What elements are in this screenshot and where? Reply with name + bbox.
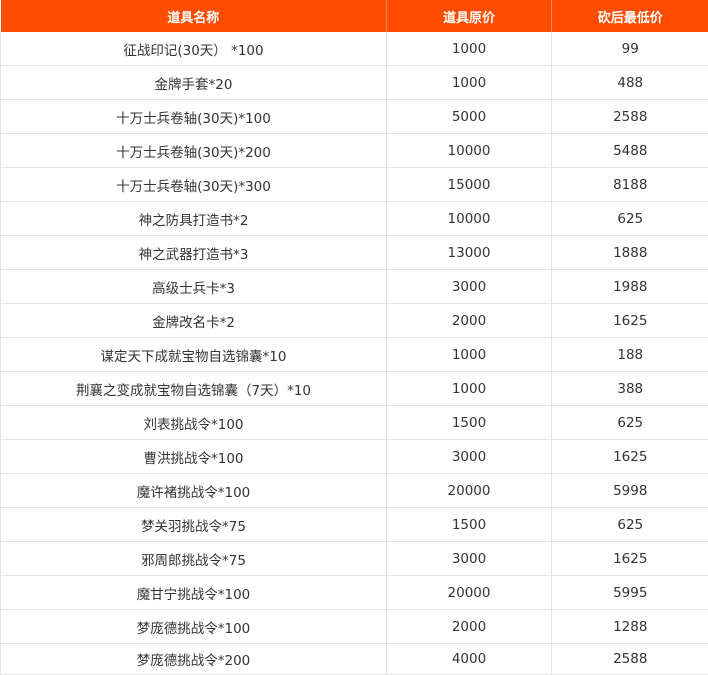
table-row: 征战印记(30天） *100100099: [1, 32, 708, 66]
original-price-cell: 1000: [387, 338, 552, 372]
lowest-price-cell: 388: [552, 372, 708, 406]
table-row: 梦庞德挑战令*10020001288: [1, 610, 708, 644]
table-row: 梦关羽挑战令*751500625: [1, 508, 708, 542]
lowest-price-cell: 1288: [552, 610, 708, 644]
original-price-cell: 20000: [387, 576, 552, 610]
original-price-cell: 15000: [387, 168, 552, 202]
table-row: 神之防具打造书*210000625: [1, 202, 708, 236]
lowest-price-cell: 5995: [552, 576, 708, 610]
lowest-price-cell: 1988: [552, 270, 708, 304]
original-price-cell: 13000: [387, 236, 552, 270]
original-price-cell: 1000: [387, 32, 552, 66]
table-row: 金牌改名卡*220001625: [1, 304, 708, 338]
table-row: 谋定天下成就宝物自选锦囊*101000188: [1, 338, 708, 372]
original-price-cell: 20000: [387, 474, 552, 508]
item-name-cell: 魔甘宁挑战令*100: [1, 576, 387, 610]
original-price-cell: 2000: [387, 610, 552, 644]
lowest-price-cell: 2588: [552, 100, 708, 134]
table-row: 十万士兵卷轴(30天)*300150008188: [1, 168, 708, 202]
table-row: 邪周郎挑战令*7530001625: [1, 542, 708, 576]
item-name-cell: 邪周郎挑战令*75: [1, 542, 387, 576]
header-lowest-price: 砍后最低价: [552, 0, 708, 32]
table-body: 征战印记(30天） *100100099金牌手套*201000488十万士兵卷轴…: [1, 32, 708, 675]
lowest-price-cell: 1625: [552, 304, 708, 338]
price-table: 道具名称 道具原价 砍后最低价 征战印记(30天） *100100099金牌手套…: [0, 0, 708, 675]
item-name-cell: 十万士兵卷轴(30天)*200: [1, 134, 387, 168]
item-name-cell: 荆襄之变成就宝物自选锦囊（7天）*10: [1, 372, 387, 406]
original-price-cell: 3000: [387, 440, 552, 474]
item-name-cell: 金牌手套*20: [1, 66, 387, 100]
table-row: 荆襄之变成就宝物自选锦囊（7天）*101000388: [1, 372, 708, 406]
header-original-price: 道具原价: [387, 0, 552, 32]
original-price-cell: 5000: [387, 100, 552, 134]
original-price-cell: 2000: [387, 304, 552, 338]
table-header: 道具名称 道具原价 砍后最低价: [1, 0, 708, 32]
original-price-cell: 10000: [387, 134, 552, 168]
lowest-price-cell: 8188: [552, 168, 708, 202]
item-name-cell: 谋定天下成就宝物自选锦囊*10: [1, 338, 387, 372]
table-row: 神之武器打造书*3130001888: [1, 236, 708, 270]
lowest-price-cell: 625: [552, 406, 708, 440]
lowest-price-cell: 2588: [552, 644, 708, 675]
original-price-cell: 3000: [387, 270, 552, 304]
item-name-cell: 征战印记(30天） *100: [1, 32, 387, 66]
item-name-cell: 神之武器打造书*3: [1, 236, 387, 270]
original-price-cell: 10000: [387, 202, 552, 236]
item-name-cell: 梦庞德挑战令*100: [1, 610, 387, 644]
original-price-cell: 1000: [387, 66, 552, 100]
table-row: 十万士兵卷轴(30天)*10050002588: [1, 100, 708, 134]
lowest-price-cell: 625: [552, 508, 708, 542]
original-price-cell: 1000: [387, 372, 552, 406]
original-price-cell: 1500: [387, 508, 552, 542]
lowest-price-cell: 5488: [552, 134, 708, 168]
item-name-cell: 刘表挑战令*100: [1, 406, 387, 440]
lowest-price-cell: 1625: [552, 542, 708, 576]
table-row: 曹洪挑战令*10030001625: [1, 440, 708, 474]
item-name-cell: 曹洪挑战令*100: [1, 440, 387, 474]
lowest-price-cell: 625: [552, 202, 708, 236]
original-price-cell: 1500: [387, 406, 552, 440]
table-row: 高级士兵卡*330001988: [1, 270, 708, 304]
table-row: 魔甘宁挑战令*100200005995: [1, 576, 708, 610]
header-item-name: 道具名称: [1, 0, 387, 32]
item-name-cell: 神之防具打造书*2: [1, 202, 387, 236]
table-row: 魔许褚挑战令*100200005998: [1, 474, 708, 508]
table-row: 十万士兵卷轴(30天)*200100005488: [1, 134, 708, 168]
item-name-cell: 十万士兵卷轴(30天)*100: [1, 100, 387, 134]
lowest-price-cell: 1888: [552, 236, 708, 270]
table-row: 金牌手套*201000488: [1, 66, 708, 100]
item-name-cell: 魔许褚挑战令*100: [1, 474, 387, 508]
table-row: 梦庞德挑战令*20040002588: [1, 644, 708, 675]
lowest-price-cell: 1625: [552, 440, 708, 474]
item-name-cell: 金牌改名卡*2: [1, 304, 387, 338]
lowest-price-cell: 488: [552, 66, 708, 100]
table-row: 刘表挑战令*1001500625: [1, 406, 708, 440]
lowest-price-cell: 99: [552, 32, 708, 66]
original-price-cell: 4000: [387, 644, 552, 675]
item-name-cell: 梦关羽挑战令*75: [1, 508, 387, 542]
header-row: 道具名称 道具原价 砍后最低价: [1, 0, 708, 32]
item-name-cell: 高级士兵卡*3: [1, 270, 387, 304]
item-name-cell: 梦庞德挑战令*200: [1, 644, 387, 675]
item-name-cell: 十万士兵卷轴(30天)*300: [1, 168, 387, 202]
lowest-price-cell: 188: [552, 338, 708, 372]
lowest-price-cell: 5998: [552, 474, 708, 508]
original-price-cell: 3000: [387, 542, 552, 576]
